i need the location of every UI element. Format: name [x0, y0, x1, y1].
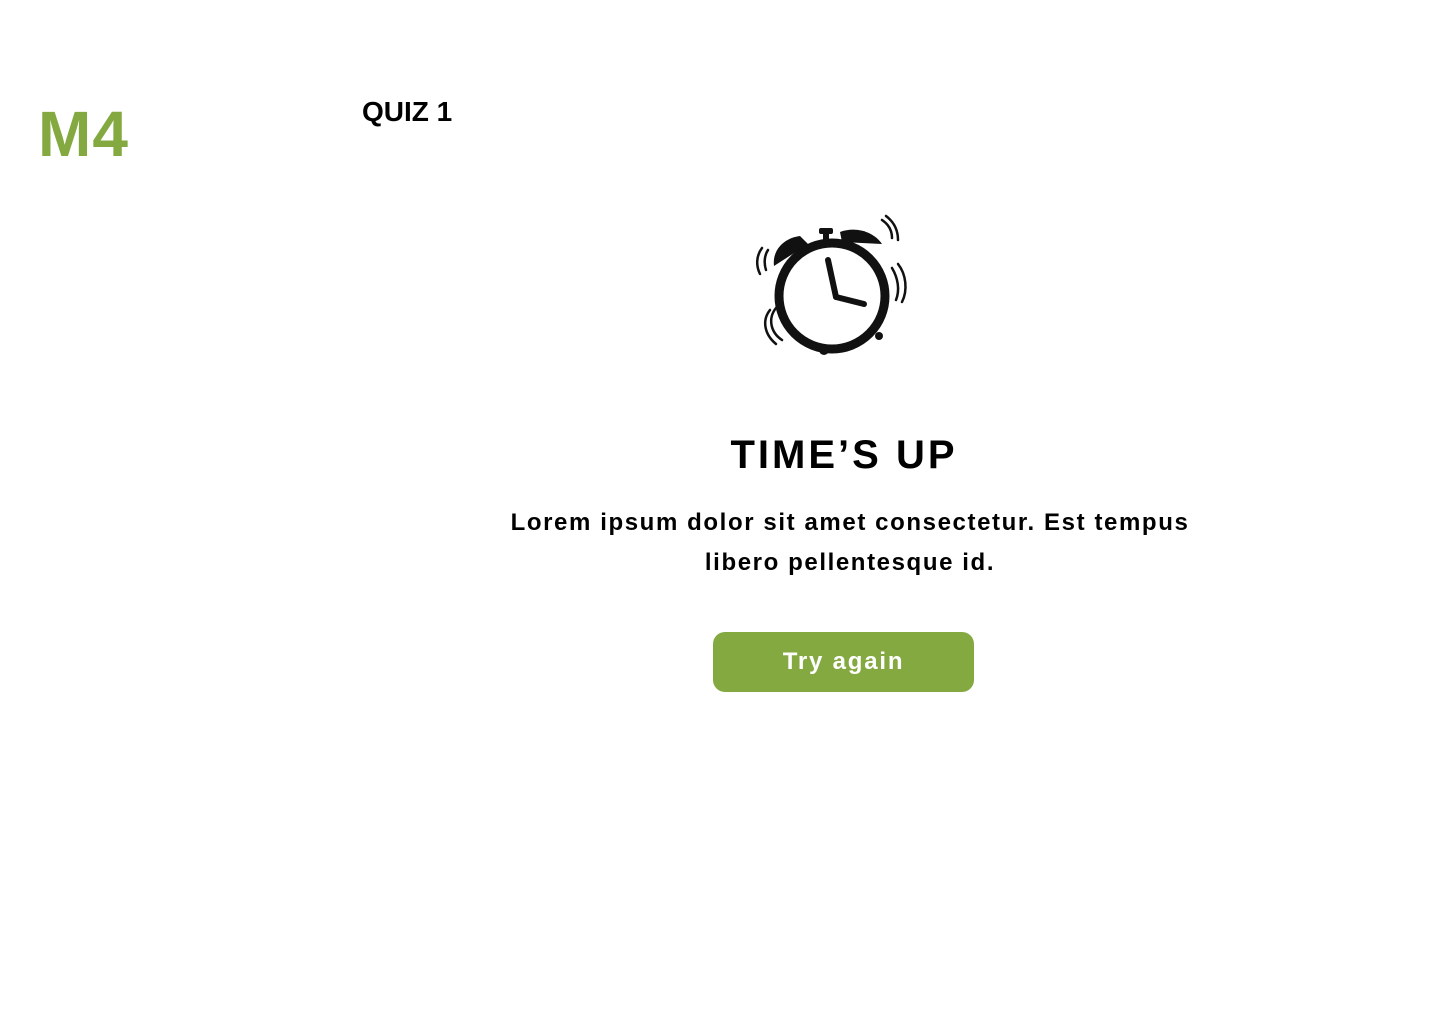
m4-logo[interactable]: M4: [38, 98, 129, 170]
result-message: Lorem ipsum dolor sit amet consectetur. …: [510, 509, 1190, 576]
alarm-clock-icon: [748, 210, 914, 360]
quiz-result-page: M4 QUIZ 1 TIME’S UP Lorem ipsum dolor si…: [0, 0, 1440, 1024]
try-again-button[interactable]: Try again: [713, 632, 974, 692]
times-up-heading: TIME’S UP: [730, 433, 958, 477]
quiz-title: QUIZ 1: [362, 96, 453, 127]
